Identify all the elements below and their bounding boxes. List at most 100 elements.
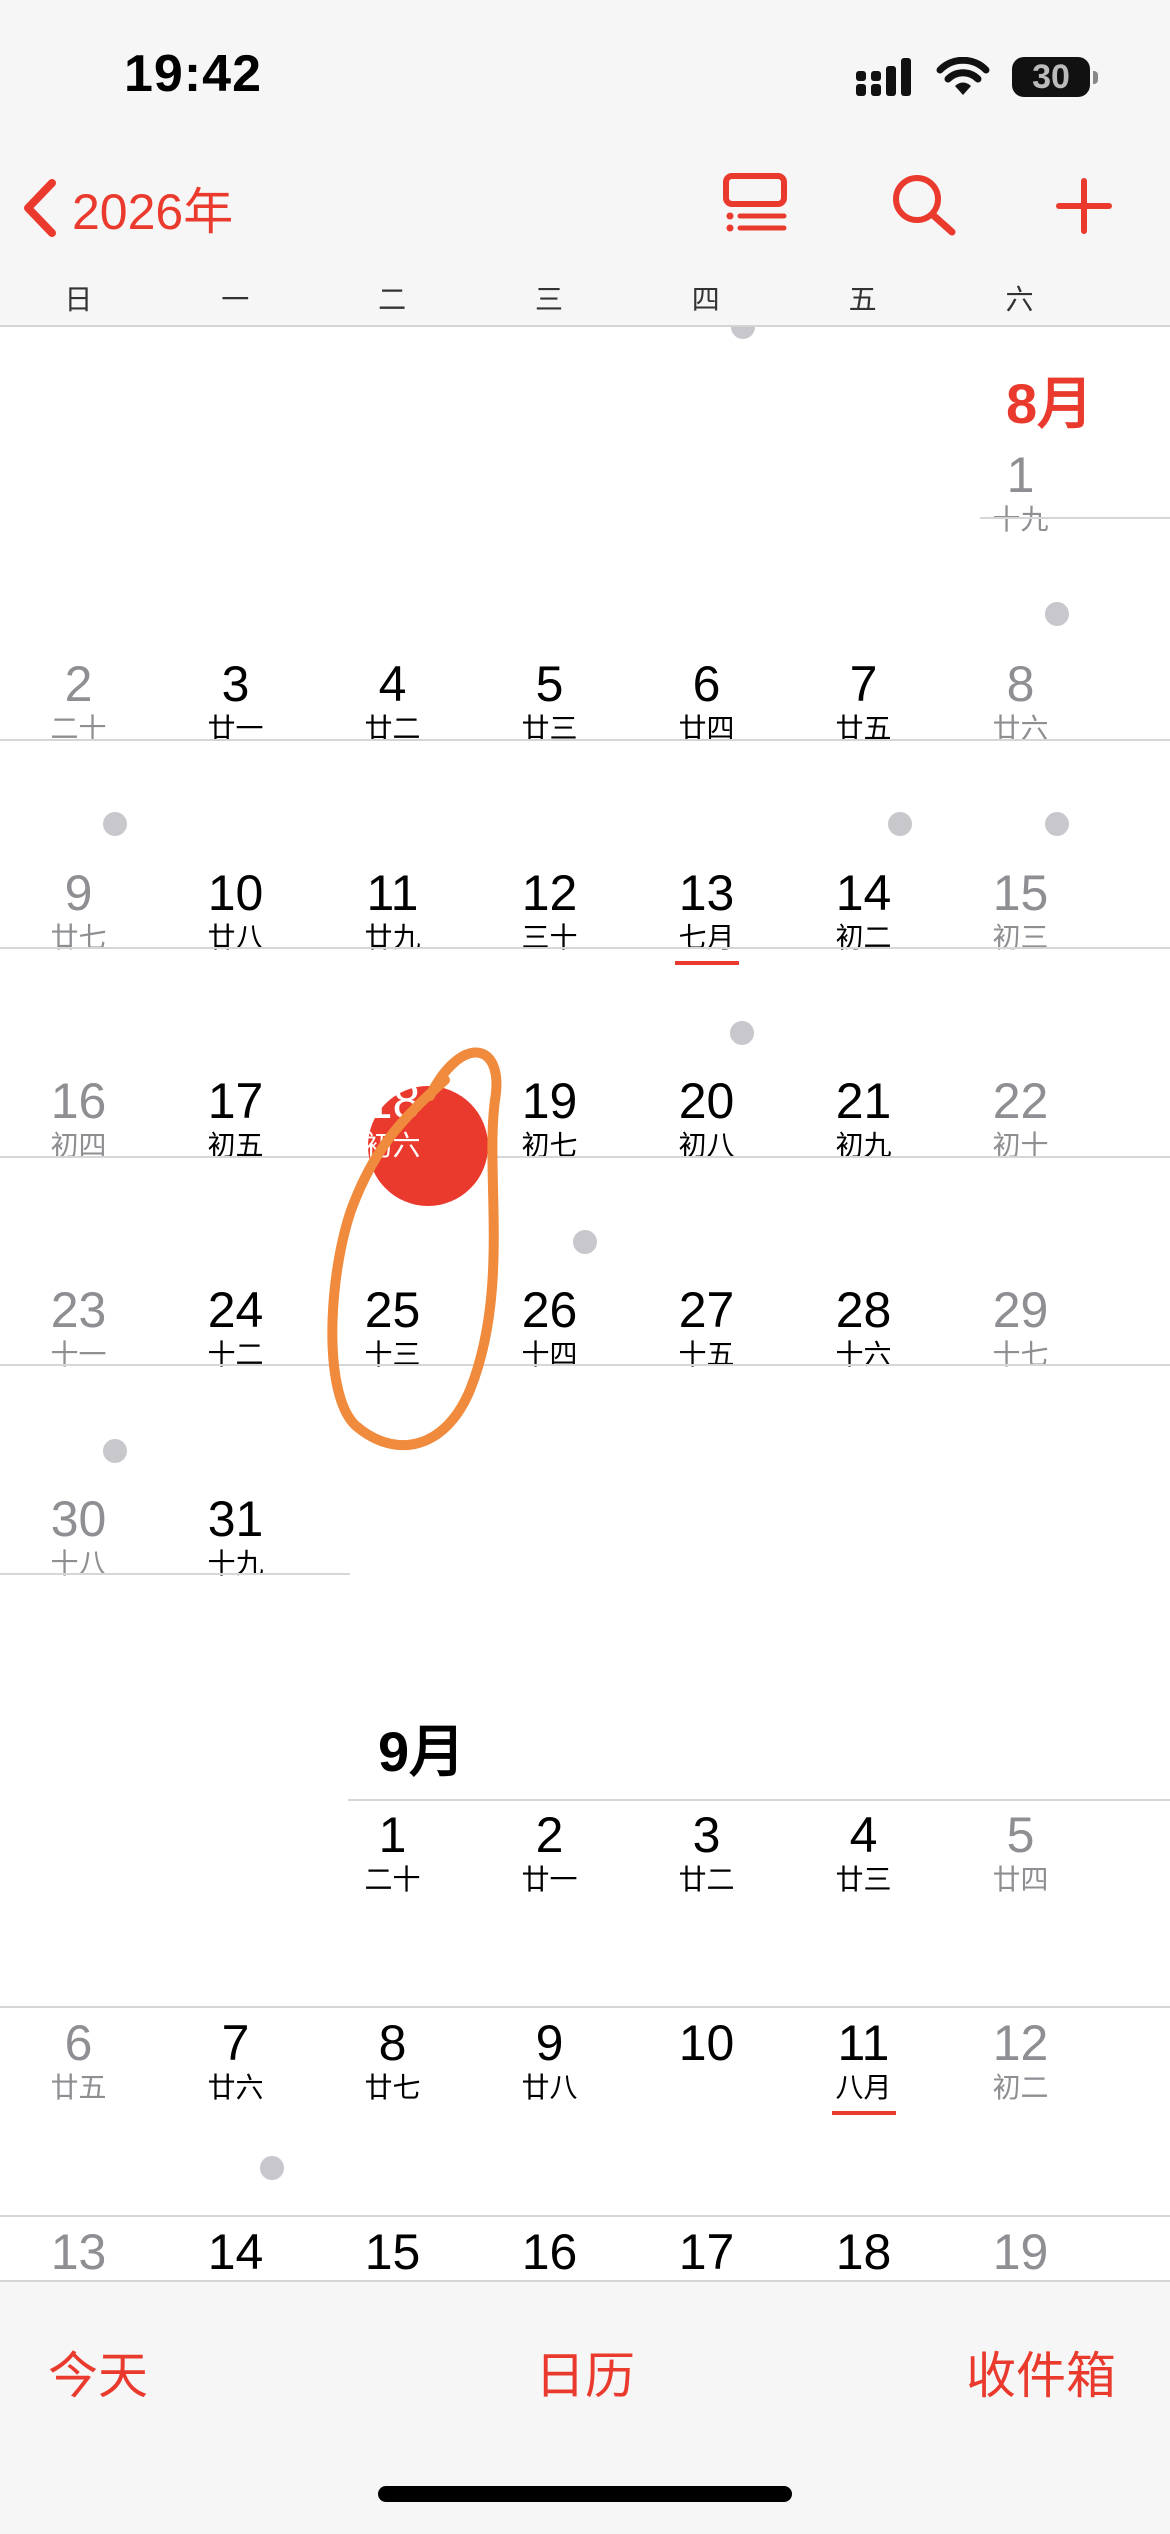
weekday-label: 六 [1005, 284, 1034, 315]
lunar-date: 十一 [50, 1339, 107, 1370]
calendar-day[interactable]: 13 [0, 2226, 157, 2280]
day-number: 16 [50, 1073, 107, 1129]
calendar-day[interactable]: 31 十九 [157, 1493, 314, 1581]
day-number: 14 [835, 865, 892, 921]
calendar-day[interactable]: 3 廿一 [157, 658, 314, 746]
calendar-day[interactable]: 22 初十 [942, 1075, 1099, 1163]
day-number: 10 [678, 2015, 735, 2071]
calendar-day[interactable]: 6 廿四 [628, 658, 785, 746]
event-dot [260, 2156, 284, 2180]
calendar-day[interactable]: 17 [628, 2226, 785, 2280]
event-dot [103, 1439, 127, 1463]
calendar-day[interactable]: 30 十八 [0, 1493, 157, 1581]
month-calendar[interactable]: 8月 9月 1 十九 2 二十 3 廿一 4 廿二 5 廿三 6 廿四 7 廿五 8 廿六 9 廿七 10 廿八 11 廿… [0, 327, 1170, 2280]
calendar-day[interactable]: 27 十五 [628, 1284, 785, 1372]
calendar-day[interactable]: 20 初八 [628, 1075, 785, 1163]
calendar-day[interactable]: 11 廿九 [314, 867, 471, 955]
month-title-september: 9月 [378, 1720, 466, 1783]
calendar-day[interactable]: 1 十九 [942, 449, 1099, 537]
day-number: 15 [992, 865, 1049, 921]
calendar-day[interactable]: 12 三十 [471, 867, 628, 955]
day-number: 8 [1006, 656, 1035, 712]
list-view-icon [723, 173, 787, 232]
calendar-day[interactable]: 12 初二 [942, 2017, 1099, 2105]
calendar-day[interactable]: 24 十二 [157, 1284, 314, 1372]
day-number: 30 [50, 1491, 107, 1547]
calendar-day[interactable]: 16 [471, 2226, 628, 2280]
calendar-day[interactable]: 7 廿五 [785, 658, 942, 746]
today-button[interactable]: 今天 [48, 2336, 148, 2408]
calendar-day[interactable]: 8 廿六 [942, 658, 1099, 746]
lunar-date: 初二 [992, 2072, 1049, 2103]
lunar-date: 廿三 [835, 1864, 892, 1895]
day-number: 8 [378, 2015, 407, 2071]
day-number: 1 [1006, 447, 1035, 503]
calendar-day[interactable]: 18 [785, 2226, 942, 2280]
calendar-day[interactable]: 2 廿一 [471, 1809, 628, 1897]
calendar-day[interactable]: 3 廿二 [628, 1809, 785, 1897]
calendar-day[interactable]: 5 廿四 [942, 1809, 1099, 1897]
calendar-day[interactable]: 15 [314, 2226, 471, 2280]
week-separator [0, 947, 1170, 949]
calendar-day[interactable]: 28 十六 [785, 1284, 942, 1372]
calendar-day[interactable]: 14 初二 [785, 867, 942, 955]
lunar-date: 廿八 [521, 2072, 578, 2103]
add-event-button[interactable] [1056, 178, 1112, 239]
day-number: 31 [207, 1491, 264, 1547]
day-number: 12 [521, 865, 578, 921]
calendar-day[interactable]: 19 初七 [471, 1075, 628, 1163]
list-view-button[interactable] [722, 172, 788, 237]
calendar-day[interactable]: 21 初九 [785, 1075, 942, 1163]
week-separator [348, 1799, 1170, 1801]
calendar-day[interactable]: 23 十一 [0, 1284, 157, 1372]
calendar-day[interactable]: 18 初六 [314, 1075, 471, 1163]
calendar-day[interactable]: 19 [942, 2226, 1099, 2280]
calendar-day[interactable]: 10 [628, 2017, 785, 2071]
calendar-day[interactable]: 10 廿八 [157, 867, 314, 955]
calendar-day[interactable]: 15 初三 [942, 867, 1099, 955]
day-number: 19 [992, 2224, 1049, 2280]
month-title-august: 8月 [1006, 372, 1094, 435]
calendar-day[interactable]: 4 廿二 [314, 658, 471, 746]
calendar-day[interactable]: 29 十七 [942, 1284, 1099, 1372]
lunar-month-start-marker [831, 2111, 896, 2115]
calendar-day[interactable]: 11 八月 [785, 2017, 942, 2115]
calendar-day[interactable]: 9 廿八 [471, 2017, 628, 2105]
calendar-day[interactable]: 9 廿七 [0, 867, 157, 955]
inbox-button[interactable]: 收件箱 [966, 2336, 1116, 2408]
status-icons: 30 [856, 52, 1098, 102]
calendar-day[interactable]: 25 十三 [314, 1284, 471, 1372]
lunar-date: 二十 [364, 1864, 421, 1895]
calendar-day[interactable]: 4 廿三 [785, 1809, 942, 1897]
wifi-icon [936, 57, 990, 95]
calendar-day[interactable]: 6 廿五 [0, 2017, 157, 2105]
weekday-label: 三 [534, 284, 563, 315]
calendar-day[interactable]: 13 七月 [628, 867, 785, 965]
search-button[interactable] [890, 172, 956, 241]
day-number: 5 [535, 656, 564, 712]
calendar-day[interactable]: 16 初四 [0, 1075, 157, 1163]
chevron-left-icon [24, 179, 56, 237]
day-number: 3 [692, 1807, 721, 1863]
calendars-button[interactable]: 日历 [535, 2336, 635, 2408]
lunar-date: 七月 [678, 922, 735, 953]
calendar-day[interactable]: 17 初五 [157, 1075, 314, 1163]
calendar-day[interactable]: 7 廿六 [157, 2017, 314, 2105]
day-number: 29 [992, 1282, 1049, 1338]
day-number: 1 [378, 1807, 407, 1863]
back-to-year-button[interactable]: 2026年 [22, 172, 233, 244]
lunar-date: 十三 [364, 1339, 421, 1370]
calendar-day[interactable]: 5 廿三 [471, 658, 628, 746]
day-number: 18 [364, 1073, 421, 1129]
lunar-date: 十二 [207, 1339, 264, 1370]
event-dot [731, 327, 755, 339]
lunar-date: 廿一 [521, 1864, 578, 1895]
lunar-date: 三十 [521, 922, 578, 953]
calendar-day[interactable]: 2 二十 [0, 658, 157, 746]
calendar-day[interactable]: 8 廿七 [314, 2017, 471, 2105]
calendar-day[interactable]: 14 [157, 2226, 314, 2280]
calendar-day[interactable]: 26 十四 [471, 1284, 628, 1372]
event-dot [1045, 602, 1069, 626]
week-separator [0, 2006, 1170, 2008]
calendar-day[interactable]: 1 二十 [314, 1809, 471, 1897]
